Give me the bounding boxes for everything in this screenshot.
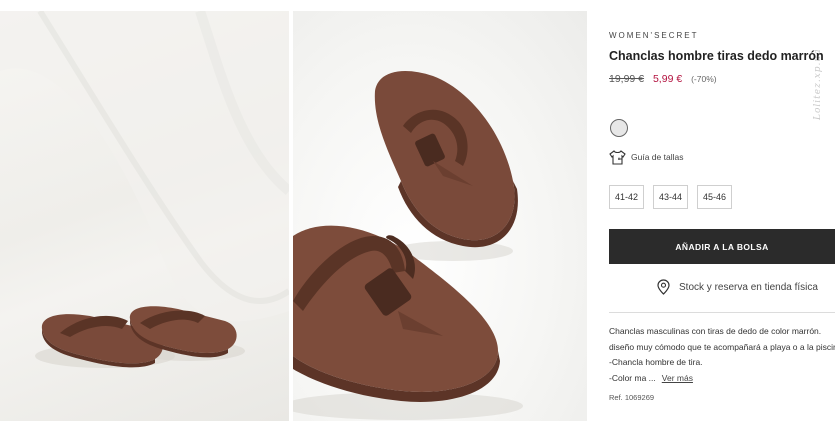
section-divider (609, 312, 835, 313)
description-truncated: -Color ma ... (609, 372, 656, 383)
flip-flops-pair-illustration (0, 11, 289, 368)
description-line: Chanclas masculinas con tiras de dedo de… (609, 326, 822, 336)
price-row: 19,99 € 5,99 € (-70%) (609, 73, 717, 85)
see-more-link[interactable]: Ver más (662, 373, 693, 383)
size-guide-link[interactable]: Guía de tallas (609, 149, 683, 165)
product-info-panel: WOMEN'SECRET Chanclas hombre tiras dedo … (609, 0, 835, 421)
description-line: diseño muy cómodo que te acompañará a pl… (609, 341, 835, 352)
product-image-2[interactable] (293, 11, 587, 421)
store-stock-link[interactable]: Stock y reserva en tienda física (657, 279, 818, 295)
product-title: Chanclas hombre tiras dedo marrón (609, 49, 824, 63)
product-reference: Ref. 1069269 (609, 393, 655, 402)
description-line: -Chancla hombre de tira. (609, 357, 703, 367)
original-price: 19,99 € (609, 73, 645, 85)
flip-flops-closeup-illustration (293, 71, 523, 420)
store-stock-label: Stock y reserva en tienda física (679, 281, 818, 293)
brand-name[interactable]: WOMEN'SECRET (609, 31, 699, 40)
size-guide-label: Guía de tallas (631, 152, 684, 162)
description-line-last: -Color ma ... Ver más (609, 371, 835, 387)
sale-price: 5,99 € (652, 73, 683, 85)
size-option-43-44[interactable]: 43-44 (653, 185, 688, 209)
size-option-45-46[interactable]: 45-46 (697, 185, 732, 209)
size-selector: 41-42 43-44 45-46 (609, 185, 732, 209)
location-pin-icon (657, 279, 670, 295)
shirt-icon (609, 149, 626, 165)
add-to-bag-button[interactable]: AÑADIR A LA BOLSA (609, 229, 835, 264)
color-swatch[interactable] (610, 119, 628, 137)
discount-badge: (-70%) (691, 74, 717, 84)
product-image-1[interactable] (0, 11, 289, 421)
size-option-41-42[interactable]: 41-42 (609, 185, 644, 209)
product-description: Chanclas masculinas con tiras de dedo de… (609, 324, 835, 386)
